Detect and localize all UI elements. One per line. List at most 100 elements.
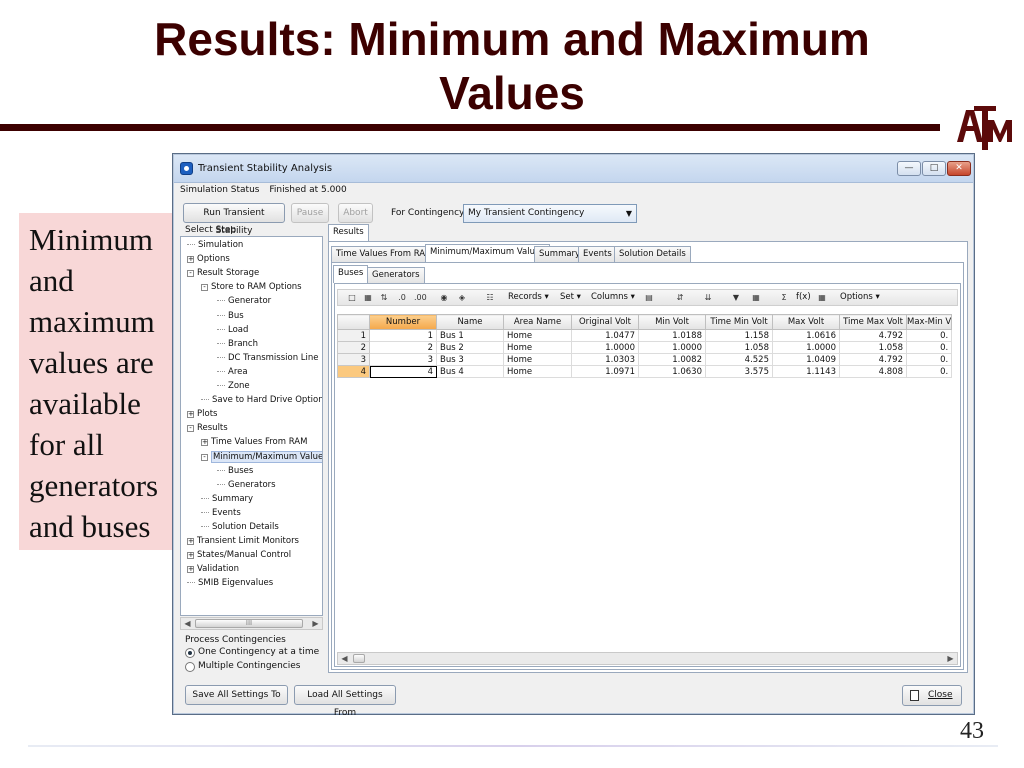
fx-button[interactable]: f(x): [796, 292, 811, 302]
scroll-thumb[interactable]: [353, 654, 365, 663]
column-header[interactable]: Area Name: [503, 314, 572, 330]
expand-icon[interactable]: +: [187, 256, 194, 264]
table-cell[interactable]: 0.: [905, 341, 953, 354]
scroll-thumb[interactable]: III: [195, 619, 303, 628]
tree-item[interactable]: + States/Manual Control: [187, 550, 291, 560]
sum-icon[interactable]: Σ: [778, 292, 790, 304]
table-cell[interactable]: 1.158: [705, 329, 773, 342]
scroll-left-icon[interactable]: ◀: [181, 618, 194, 629]
table-cell[interactable]: 1.1143: [772, 365, 840, 378]
decimal-decrease-icon[interactable]: .00: [414, 292, 427, 304]
scroll-right-icon[interactable]: ▶: [309, 618, 322, 629]
one-contingency-radio[interactable]: [185, 648, 195, 658]
table-cell[interactable]: 4.792: [839, 353, 907, 366]
minimize-button[interactable]: —: [897, 161, 921, 176]
table-cell[interactable]: Home: [503, 341, 572, 354]
table-cell[interactable]: 4.525: [705, 353, 773, 366]
tree-horizontal-scrollbar[interactable]: ◀ III ▶: [180, 617, 323, 630]
collapse-icon[interactable]: -: [187, 425, 194, 433]
sort-icon[interactable]: ⇅: [378, 292, 390, 304]
decimal-increase-icon[interactable]: .0: [396, 292, 408, 304]
abort-button[interactable]: Abort: [338, 203, 373, 223]
tree-item[interactable]: Simulation: [187, 240, 243, 250]
tree-item[interactable]: Solution Details: [201, 522, 279, 532]
tree-item[interactable]: + Validation: [187, 564, 239, 574]
tree-item[interactable]: Save to Hard Drive Options: [201, 395, 322, 405]
tab-buses[interactable]: Buses: [333, 265, 369, 283]
table-cell[interactable]: 1.0188: [638, 329, 706, 342]
column-header[interactable]: Time Min Volt: [705, 314, 773, 330]
tree-item[interactable]: Area: [217, 367, 248, 377]
collapse-icon[interactable]: -: [187, 270, 194, 278]
expand-icon[interactable]: +: [187, 552, 194, 560]
tab-solution-details[interactable]: Solution Details: [614, 246, 691, 262]
scroll-left-icon[interactable]: ◀: [338, 653, 351, 664]
expand-icon[interactable]: +: [187, 411, 194, 419]
table-cell[interactable]: 1.0971: [571, 365, 639, 378]
options-menu[interactable]: Options ▾: [840, 292, 880, 302]
tree-item[interactable]: Summary: [201, 494, 253, 504]
table-cell[interactable]: 1.0409: [772, 353, 840, 366]
multiple-contingencies-radio[interactable]: [185, 662, 195, 672]
table-cell[interactable]: Bus 4: [436, 365, 504, 378]
column-options-icon[interactable]: ▤: [643, 292, 655, 304]
auto-sort-icon[interactable]: ⇵: [674, 292, 686, 304]
pause-button[interactable]: Pause: [291, 203, 329, 223]
column-header[interactable]: Name: [436, 314, 504, 330]
close-button[interactable]: Close: [902, 685, 962, 706]
table-cell[interactable]: 1.0303: [571, 353, 639, 366]
table-cell[interactable]: 4.808: [839, 365, 907, 378]
table-cell[interactable]: 1.058: [705, 341, 773, 354]
tree-item[interactable]: + Options: [187, 254, 230, 264]
row-number[interactable]: 4: [337, 365, 370, 378]
maximize-button[interactable]: □: [922, 161, 946, 176]
table-row[interactable]: 4 4 Bus 4 Home 1.0971 1.0630 3.575 1.1143 4.808 0…: [337, 365, 953, 378]
table-cell[interactable]: 3: [369, 353, 437, 366]
table-cell[interactable]: 1.0000: [772, 341, 840, 354]
grid-horizontal-scrollbar[interactable]: ◀ ▶: [337, 652, 958, 665]
tree-item[interactable]: + Plots: [187, 409, 217, 419]
table-row[interactable]: 2 2 Bus 2 Home 1.0000 1.0000 1.058 1.0000 1.058 0…: [337, 341, 953, 354]
find-icon[interactable]: ◉: [438, 292, 450, 304]
table-icon[interactable]: ▦: [750, 292, 762, 304]
column-header[interactable]: Max Volt: [772, 314, 840, 330]
tree-item[interactable]: DC Transmission Line: [217, 353, 319, 363]
grid-view-icon[interactable]: ▦: [362, 292, 374, 304]
table-cell[interactable]: Bus 3: [436, 353, 504, 366]
table-row[interactable]: 3 3 Bus 3 Home 1.0303 1.0082 4.525 1.0409 4.792 0…: [337, 353, 953, 366]
table-cell[interactable]: Home: [503, 365, 572, 378]
close-window-button[interactable]: ✕: [947, 161, 971, 176]
table-cell[interactable]: 1.0630: [638, 365, 706, 378]
tree-item[interactable]: Events: [201, 508, 241, 518]
filter-icon[interactable]: ▼: [730, 292, 742, 304]
table-cell[interactable]: 1.0082: [638, 353, 706, 366]
record-icon[interactable]: ☷: [484, 292, 496, 304]
row-number[interactable]: 2: [337, 341, 370, 354]
tree-item[interactable]: Load: [217, 325, 248, 335]
tab-min-max-values[interactable]: Minimum/Maximum Values: [425, 244, 550, 262]
table-cell[interactable]: 4.792: [839, 329, 907, 342]
table-row[interactable]: 1 1 Bus 1 Home 1.0477 1.0188 1.158 1.0616 4.792 0…: [337, 329, 953, 342]
table-cell[interactable]: 1.0616: [772, 329, 840, 342]
column-header[interactable]: Max-Min V: [905, 314, 953, 330]
tree-item[interactable]: Buses: [217, 466, 253, 476]
tree-item[interactable]: Branch: [217, 339, 258, 349]
table-cell[interactable]: Home: [503, 353, 572, 366]
tree-item[interactable]: Generators: [217, 480, 276, 490]
table-cell[interactable]: 4: [369, 365, 437, 378]
select-all-icon[interactable]: □: [346, 292, 358, 304]
save-all-settings-button[interactable]: Save All Settings To: [185, 685, 288, 705]
tab-time-values-from-ram[interactable]: Time Values From RAM: [331, 246, 438, 262]
tree-item[interactable]: SMIB Eigenvalues: [187, 578, 273, 588]
tree-item[interactable]: Generator: [217, 296, 271, 306]
column-header[interactable]: Number: [369, 314, 437, 330]
table-cell[interactable]: 3.575: [705, 365, 773, 378]
tree-item[interactable]: - Minimum/Maximum Values: [201, 450, 322, 463]
tab-events[interactable]: Events: [578, 246, 617, 262]
scroll-right-icon[interactable]: ▶: [944, 653, 957, 664]
table-cell[interactable]: 0.: [905, 365, 953, 378]
table-cell[interactable]: 1.0000: [638, 341, 706, 354]
tree-item[interactable]: - Results: [187, 423, 228, 433]
table-cell[interactable]: 1: [369, 329, 437, 342]
row-number[interactable]: 3: [337, 353, 370, 366]
